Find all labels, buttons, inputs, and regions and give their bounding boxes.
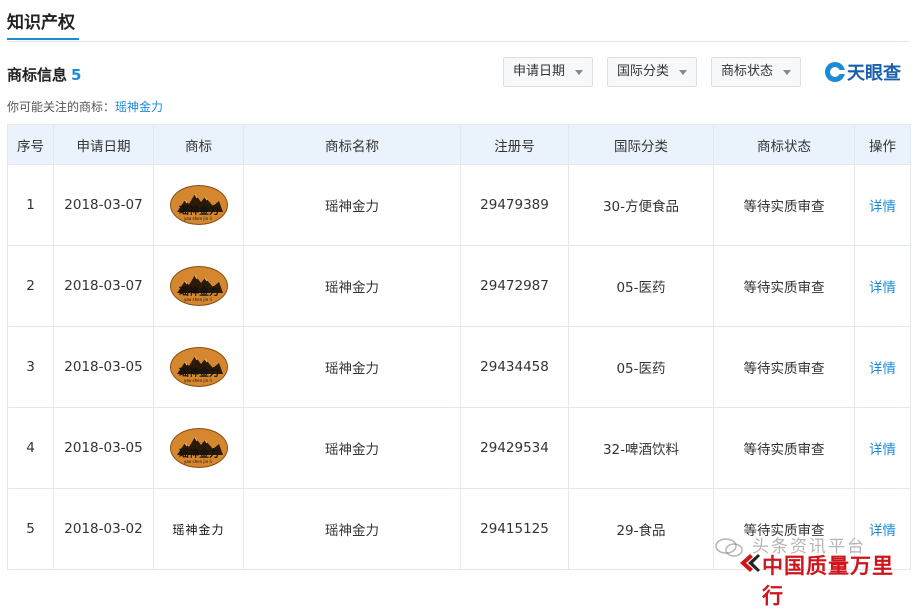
table-row: 5 2018-03-02 瑶神金力 瑶神金力 29415125 29-食品 等待…: [7, 488, 911, 570]
svg-text:yao shen jin li: yao shen jin li: [184, 378, 212, 383]
filter-international-class[interactable]: 国际分类: [607, 57, 697, 87]
cell-index: 2: [7, 245, 54, 327]
caret-down-icon: [679, 70, 687, 75]
table-row: 2 2018-03-07 瑶神金力 yao shen jin li 瑶神金力 2…: [7, 245, 911, 327]
brand-name: 天眼查: [847, 63, 901, 84]
col-header-status: 商标状态: [713, 124, 855, 165]
tianyancha-icon: [825, 62, 846, 82]
cell-index: 3: [7, 326, 54, 408]
section-title-label: 商标信息: [7, 66, 68, 84]
cell-date: 2018-03-05: [53, 326, 154, 408]
trademark-logo-text[interactable]: 瑶神金力: [172, 523, 224, 537]
cell-index: 1: [7, 164, 54, 246]
cell-logo: 瑶神金力: [153, 488, 244, 570]
section-title: 商标信息 5: [7, 64, 81, 85]
cell-status: 等待实质审查: [713, 245, 855, 327]
related-trademark-hint: 你可能关注的商标：瑶神金力: [7, 98, 163, 115]
trademark-logo-image[interactable]: 瑶神金力 yao shen jin li: [169, 428, 228, 468]
filter-label: 商标状态: [721, 64, 774, 79]
cell-class: 29-食品: [568, 488, 714, 570]
cell-reg: 29415125: [460, 488, 569, 570]
hint-prefix: 你可能关注的商标：: [7, 100, 116, 114]
col-header-reg: 注册号: [460, 124, 569, 165]
cell-date: 2018-03-07: [53, 245, 154, 327]
header-divider: [7, 41, 910, 42]
details-link[interactable]: 详情: [854, 407, 911, 489]
cell-logo: 瑶神金力 yao shen jin li: [153, 164, 244, 246]
filter-label: 国际分类: [617, 64, 670, 79]
cell-name: 瑶神金力: [243, 407, 461, 489]
col-header-index: 序号: [7, 124, 54, 165]
details-link[interactable]: 详情: [854, 245, 911, 327]
trademark-logo-image[interactable]: 瑶神金力 yao shen jin li: [169, 185, 228, 225]
cell-name: 瑶神金力: [243, 164, 461, 246]
cell-index: 5: [7, 488, 54, 570]
cell-reg: 29479389: [460, 164, 569, 246]
cell-class: 32-啤酒饮料: [568, 407, 714, 489]
cell-date: 2018-03-05: [53, 407, 154, 489]
cell-class: 05-医药: [568, 326, 714, 408]
svg-text:yao shen jin li: yao shen jin li: [184, 459, 212, 464]
trademark-logo-image[interactable]: 瑶神金力 yao shen jin li: [169, 347, 228, 387]
cell-name: 瑶神金力: [243, 245, 461, 327]
table-row: 3 2018-03-05 瑶神金力 yao shen jin li 瑶神金力 2…: [7, 326, 911, 408]
cell-name: 瑶神金力: [243, 488, 461, 570]
cell-class: 05-医药: [568, 245, 714, 327]
cell-class: 30-方便食品: [568, 164, 714, 246]
cell-status: 等待实质审查: [713, 326, 855, 408]
caret-down-icon: [783, 70, 791, 75]
cell-reg: 29429534: [460, 407, 569, 489]
svg-text:yao shen jin li: yao shen jin li: [184, 216, 212, 221]
cell-name: 瑶神金力: [243, 326, 461, 408]
svg-text:yao shen jin li: yao shen jin li: [184, 297, 212, 302]
cell-status: 等待实质审查: [713, 488, 855, 570]
col-header-name: 商标名称: [243, 124, 461, 165]
cell-reg: 29434458: [460, 326, 569, 408]
table-row: 4 2018-03-05 瑶神金力 yao shen jin li 瑶神金力 2…: [7, 407, 911, 489]
active-tab-underline: [7, 38, 79, 40]
col-header-class: 国际分类: [568, 124, 714, 165]
filter-label: 申请日期: [513, 64, 566, 79]
cell-status: 等待实质审查: [713, 164, 855, 246]
brand-logo: 天眼查: [825, 60, 901, 84]
cell-logo: 瑶神金力 yao shen jin li: [153, 245, 244, 327]
trademark-logo-image[interactable]: 瑶神金力 yao shen jin li: [169, 266, 228, 306]
table-row: 1 2018-03-07 瑶神金力 yao shen jin li 瑶神金力 2…: [7, 164, 911, 246]
cell-logo: 瑶神金力 yao shen jin li: [153, 407, 244, 489]
table-header-row: 序号 申请日期 商标 商标名称 注册号 国际分类 商标状态 操作: [7, 124, 911, 165]
section-count: 5: [71, 66, 82, 84]
col-header-action: 操作: [854, 124, 911, 165]
cell-date: 2018-03-07: [53, 164, 154, 246]
filter-trademark-status[interactable]: 商标状态: [711, 57, 801, 87]
trademark-table: 序号 申请日期 商标 商标名称 注册号 国际分类 商标状态 操作 1 2018-…: [7, 124, 911, 570]
caret-down-icon: [575, 70, 583, 75]
cell-logo: 瑶神金力 yao shen jin li: [153, 326, 244, 408]
cell-index: 4: [7, 407, 54, 489]
cell-reg: 29472987: [460, 245, 569, 327]
tab-intellectual-property[interactable]: 知识产权: [7, 8, 75, 33]
cell-date: 2018-03-02: [53, 488, 154, 570]
col-header-date: 申请日期: [53, 124, 154, 165]
details-link[interactable]: 详情: [854, 326, 911, 408]
cell-status: 等待实质审查: [713, 407, 855, 489]
col-header-logo: 商标: [153, 124, 244, 165]
details-link[interactable]: 详情: [854, 488, 911, 570]
hint-link[interactable]: 瑶神金力: [115, 100, 163, 114]
details-link[interactable]: 详情: [854, 164, 911, 246]
filter-application-date[interactable]: 申请日期: [503, 57, 593, 87]
